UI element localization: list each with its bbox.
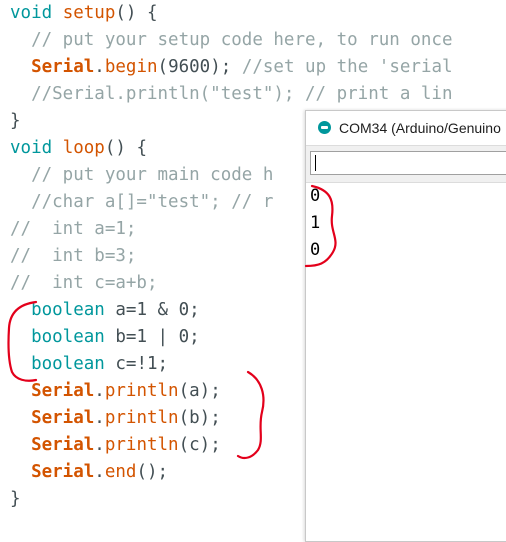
annotation-bracket-prints xyxy=(236,370,265,460)
annotation-bracket-output xyxy=(304,184,337,268)
annotation-layer xyxy=(7,184,337,460)
annotation-bracket-booleans xyxy=(7,300,38,382)
